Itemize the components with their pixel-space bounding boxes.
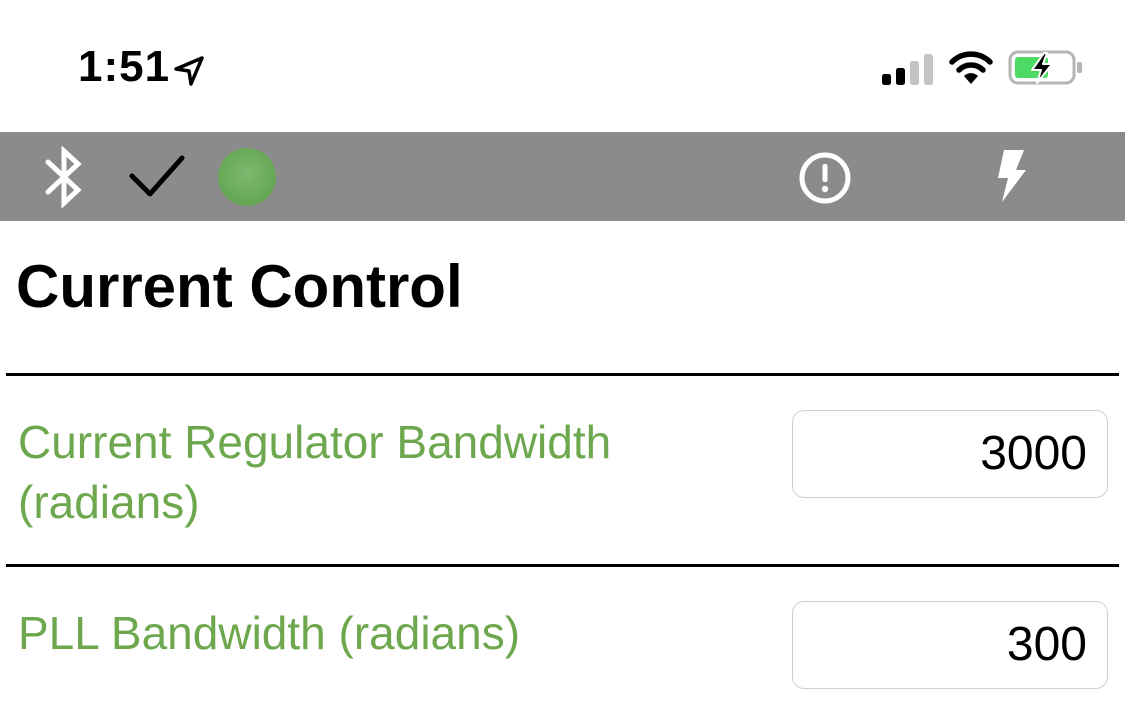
status-bar: 1:51 [0, 0, 1125, 132]
section-divider [6, 373, 1119, 376]
bluetooth-icon[interactable] [42, 146, 86, 208]
top-toolbar [0, 132, 1125, 221]
battery-charging-icon [1008, 50, 1082, 85]
row-divider [6, 564, 1119, 567]
location-arrow-icon [174, 56, 204, 86]
page-title: Current Control [16, 253, 463, 320]
alert-icon[interactable] [798, 151, 852, 205]
pll-bandwidth-label: PLL Bandwidth (radians) [18, 607, 521, 659]
pll-bandwidth-input[interactable]: 300 [792, 601, 1108, 689]
current-regulator-bandwidth-label: Current Regulator Bandwidth (radians) [18, 416, 612, 528]
connection-status-dot[interactable] [218, 148, 276, 206]
wifi-icon [949, 51, 993, 84]
status-time: 1:51 [78, 42, 171, 91]
lightning-bolt-icon[interactable] [994, 148, 1028, 204]
current-regulator-bandwidth-input[interactable]: 3000 [792, 410, 1108, 498]
checkmark-icon[interactable] [128, 152, 186, 202]
cellular-signal-icon [882, 54, 933, 85]
